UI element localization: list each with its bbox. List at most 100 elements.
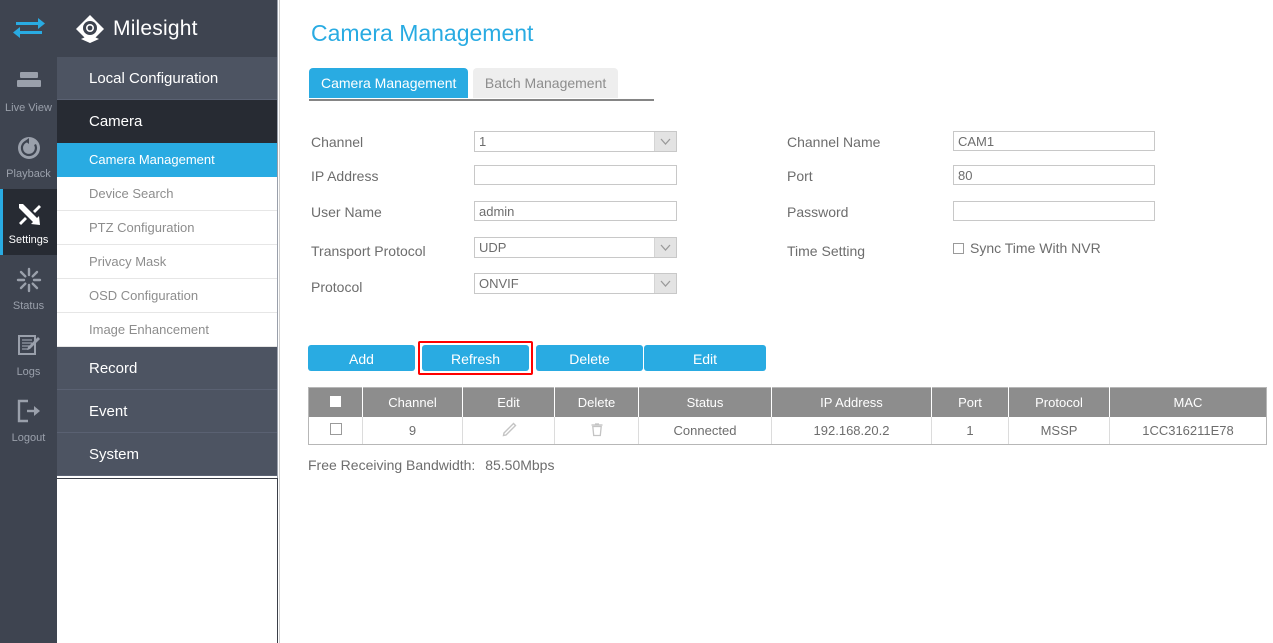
menu-item-ptz-configuration[interactable]: PTZ Configuration bbox=[57, 211, 277, 245]
settings-tools-icon bbox=[0, 201, 57, 231]
label-channel: Channel bbox=[311, 134, 364, 150]
header-status: Status bbox=[638, 387, 772, 417]
header-port: Port bbox=[931, 387, 1009, 417]
label-transport-protocol: Transport Protocol bbox=[311, 243, 426, 259]
sync-time-checkbox-row[interactable]: Sync Time With NVR bbox=[953, 240, 1101, 258]
channel-name-input[interactable] bbox=[953, 131, 1155, 151]
protocol-select[interactable]: ONVIF bbox=[474, 273, 677, 294]
pencil-icon[interactable] bbox=[501, 422, 517, 438]
panel-toggle-button[interactable] bbox=[0, 0, 57, 57]
cell-channel: 9 bbox=[362, 416, 463, 445]
menu-item-camera-management[interactable]: Camera Management bbox=[57, 143, 277, 177]
header-edit: Edit bbox=[462, 387, 555, 417]
rail-label-logout: Logout bbox=[11, 432, 46, 444]
milesight-diamond-logo bbox=[75, 14, 105, 44]
menu-group-record[interactable]: Record bbox=[57, 347, 277, 390]
port-input[interactable] bbox=[953, 165, 1155, 185]
rail-item-playback[interactable]: Playback bbox=[0, 123, 57, 189]
menu-item-privacy-mask[interactable]: Privacy Mask bbox=[57, 245, 277, 279]
rail-item-live-view[interactable]: Live View bbox=[0, 57, 57, 123]
chevron-down-icon bbox=[654, 132, 676, 151]
label-port: Port bbox=[787, 168, 813, 184]
header-delete: Delete bbox=[554, 387, 639, 417]
row-select-cell[interactable] bbox=[308, 416, 363, 445]
chevron-down-icon bbox=[654, 238, 676, 257]
rail-item-logs[interactable]: Logs bbox=[0, 321, 57, 387]
bandwidth-info: Free Receiving Bandwidth: 85.50Mbps bbox=[308, 457, 554, 473]
delete-button[interactable]: Delete bbox=[536, 345, 643, 371]
left-icon-rail: Live View Playback Settings Status Logs … bbox=[0, 0, 57, 643]
channel-select[interactable]: 1 bbox=[474, 131, 677, 152]
rail-item-status[interactable]: Status bbox=[0, 255, 57, 321]
row-checkbox[interactable] bbox=[329, 422, 342, 435]
tab-batch-management[interactable]: Batch Management bbox=[472, 68, 619, 98]
rail-item-logout[interactable]: Logout bbox=[0, 387, 57, 453]
rail-label-logs: Logs bbox=[16, 366, 41, 378]
menu-group-system[interactable]: System bbox=[57, 433, 277, 476]
rail-label-live-view: Live View bbox=[5, 102, 52, 114]
status-burst-icon bbox=[0, 267, 57, 297]
rail-item-settings[interactable]: Settings bbox=[0, 189, 57, 255]
transport-protocol-select[interactable]: UDP bbox=[474, 237, 677, 258]
cell-protocol: MSSP bbox=[1008, 416, 1110, 445]
tab-camera-management[interactable]: Camera Management bbox=[309, 68, 469, 98]
rail-label-status: Status bbox=[12, 300, 45, 312]
cell-mac: 1CC316211E78 bbox=[1109, 416, 1267, 445]
rail-label-settings: Settings bbox=[8, 234, 49, 246]
header-select-all[interactable] bbox=[308, 387, 363, 417]
bandwidth-value: 85.50Mbps bbox=[485, 457, 555, 473]
sync-time-checkbox[interactable] bbox=[953, 243, 964, 254]
table-header-row: Channel Edit Delete Status IP Address Po… bbox=[308, 387, 1267, 417]
menu-item-device-search[interactable]: Device Search bbox=[57, 177, 277, 211]
page-title: Camera Management bbox=[311, 20, 534, 46]
cell-ip-address: 192.168.20.2 bbox=[771, 416, 932, 445]
menu-item-image-enhancement[interactable]: Image Enhancement bbox=[57, 313, 277, 347]
password-input[interactable] bbox=[953, 201, 1155, 221]
cell-delete[interactable] bbox=[554, 416, 639, 445]
ip-address-input[interactable] bbox=[474, 165, 677, 185]
brand-name: Milesight bbox=[113, 16, 198, 40]
label-protocol: Protocol bbox=[311, 279, 363, 295]
header-ip-address: IP Address bbox=[771, 387, 932, 417]
cell-status: Connected bbox=[638, 416, 772, 445]
app-root: Live View Playback Settings Status Logs … bbox=[0, 0, 1273, 643]
transport-protocol-value: UDP bbox=[479, 240, 507, 255]
playback-icon bbox=[0, 135, 57, 165]
header-channel: Channel bbox=[362, 387, 463, 417]
header-mac: MAC bbox=[1109, 387, 1267, 417]
select-all-checkbox[interactable] bbox=[330, 395, 341, 407]
sidebar-menu: Milesight Local Configuration Camera Cam… bbox=[57, 0, 278, 478]
label-ip-address: IP Address bbox=[311, 168, 379, 184]
channel-select-value: 1 bbox=[479, 134, 487, 149]
header-protocol: Protocol bbox=[1008, 387, 1110, 417]
cell-edit[interactable] bbox=[462, 416, 555, 445]
menu-group-local-configuration[interactable]: Local Configuration bbox=[57, 57, 277, 100]
bandwidth-label: Free Receiving Bandwidth: bbox=[308, 457, 476, 473]
label-channel-name: Channel Name bbox=[787, 134, 881, 150]
camera-table: Channel Edit Delete Status IP Address Po… bbox=[308, 387, 1267, 445]
menu-group-camera[interactable]: Camera bbox=[57, 100, 277, 143]
chevron-down-icon bbox=[654, 274, 676, 293]
transfer-arrows-icon bbox=[12, 14, 46, 43]
protocol-value: ONVIF bbox=[479, 276, 519, 291]
rail-label-playback: Playback bbox=[6, 168, 51, 180]
cell-port: 1 bbox=[931, 416, 1009, 445]
sidebar-menu-filler bbox=[57, 478, 278, 643]
sync-time-label: Sync Time With NVR bbox=[970, 240, 1101, 256]
brand-header[interactable]: Milesight bbox=[57, 0, 277, 57]
menu-item-osd-configuration[interactable]: OSD Configuration bbox=[57, 279, 277, 313]
table-row: 9 Connected 192.168.20.2 1 MSSP 1CC31621… bbox=[308, 416, 1267, 445]
edit-authentication-button[interactable]: Edit Authentication bbox=[644, 345, 766, 393]
label-user-name: User Name bbox=[311, 204, 382, 220]
user-name-input[interactable] bbox=[474, 201, 677, 221]
menu-group-event[interactable]: Event bbox=[57, 390, 277, 433]
label-time-setting: Time Setting bbox=[787, 243, 866, 259]
label-password: Password bbox=[787, 204, 849, 220]
add-button[interactable]: Add bbox=[308, 345, 415, 371]
refresh-button[interactable]: Refresh bbox=[422, 345, 529, 371]
main-content: Camera Management Camera Management Batc… bbox=[279, 0, 1273, 643]
tab-underline bbox=[309, 99, 654, 101]
trash-icon[interactable] bbox=[589, 423, 605, 438]
logout-arrow-icon bbox=[0, 399, 57, 429]
tab-bar: Camera Management Batch Management bbox=[309, 68, 669, 100]
